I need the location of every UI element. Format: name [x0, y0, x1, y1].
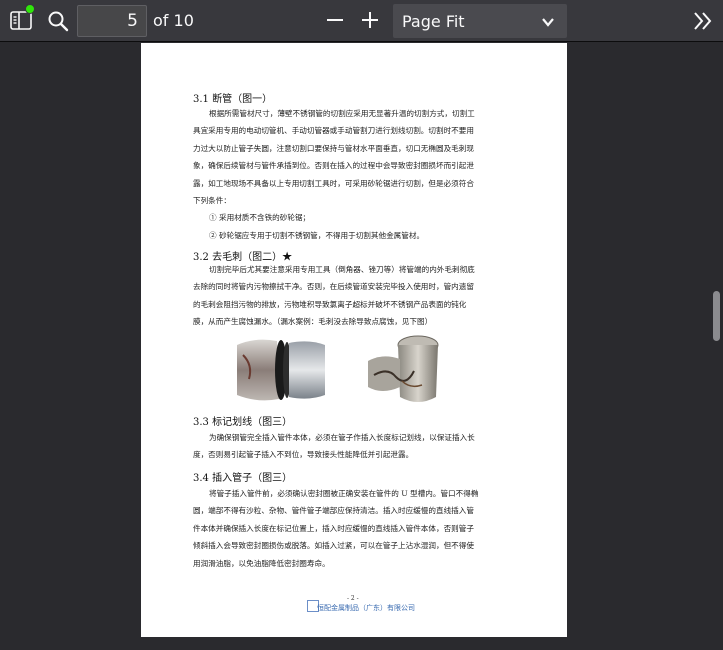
paragraph-line: 件本体并确保插入长度在标记位置上，插入时应缓慢的直线插入管件本体，否则管子 — [193, 523, 474, 533]
paragraph-line: 用润滑油脂，以免油脂降低密封圈寿命。 — [193, 558, 330, 568]
double-chevron-right-icon[interactable] — [692, 10, 714, 32]
list-item: ① 采用材质不含铁的砂轮锯； — [209, 213, 311, 223]
notification-dot — [25, 4, 35, 14]
company-name: 恒配金属制品（广东）有限公司 — [317, 604, 415, 612]
pipe-photo-left — [233, 335, 329, 405]
paragraph-line: 的毛刺会阻挡污物的排放，污物堆积导致氯离子超标并破坏不锈钢产品表面的钝化 — [193, 299, 467, 309]
zoom-in-icon[interactable] — [359, 9, 381, 31]
paragraph-line: 将管子插入管件前，必须确认密封圈被正确安装在管件的 U 型槽内。管口不得椭 — [209, 489, 479, 498]
zoom-out-icon[interactable] — [324, 9, 346, 31]
paragraph-line: 为确保钢管完全插入管件本体，必须在管子作插入长度标记划线，以保证插入长 — [209, 433, 475, 442]
paragraph-line: 象，确保后续管材与管件承插到位。否则在插入的过程中会导致密封圈损坏而引起泄 — [193, 161, 474, 171]
paragraph-line: 根据所需管材尺寸，薄壁不锈钢管的切割应采用无显著升温的切割方式，切割工 — [209, 109, 475, 118]
section-3-4-body: 将管子插入管件前，必须确认密封圈被正确安装在管件的 U 型槽内。管口不得椭 圆，… — [193, 485, 517, 572]
section-3-2-body: 切割完毕后尤其要注意采用专用工具（倒角器、锉刀等）将管端的内外毛刺彻底 去除的同… — [193, 261, 517, 331]
section-3-3-body: 为确保钢管完全插入管件本体，必须在管子作插入长度标记划线，以保证插入长 度，否则… — [193, 429, 517, 464]
zoom-select[interactable]: Page Fit — [393, 4, 567, 38]
scrollbar-thumb[interactable] — [713, 291, 720, 341]
page-number-input[interactable] — [77, 5, 147, 37]
paragraph-line: 露，如工地现场不具备以上专用切割工具时，可采用砂轮锯进行切割，但是必须符合 — [193, 178, 474, 188]
section-3-1-body: 根据所需管材尺寸，薄壁不锈钢管的切割应采用无显著升温的切割方式，切割工 具宜采用… — [193, 105, 517, 244]
pipe-photo-right — [362, 331, 444, 407]
paragraph-line: 去除的同时将管内污物擦拭干净。否则，在后续管道安装完毕投入使用时，管内遗留 — [193, 282, 474, 292]
section-3-1-title: 3.1 断管（图一） — [193, 94, 273, 105]
paragraph-line: 倾斜插入会导致密封圈损伤或脱落。如插入过紧，可以在管子上沾水湿润，但不得使 — [193, 541, 474, 551]
document-page: 3.1 断管（图一） 根据所需管材尺寸，薄壁不锈钢管的切割应采用无显著升温的切割… — [141, 43, 567, 637]
zoom-value: Page Fit — [402, 12, 465, 31]
section-3-4-title: 3.4 插入管子（图三） — [193, 473, 293, 484]
paragraph-line: 度，否则易引起管子插入不到位，导致接头性能降低并引起泄露。 — [193, 450, 414, 460]
toolbar: of 10 Page Fit — [0, 0, 723, 42]
paragraph-line: 下列条件： — [193, 196, 231, 206]
paragraph-line: 力过大以防止管子失圆，注意切割口要保持与管材水平面垂直，切口无椭圆及毛刺现 — [193, 143, 474, 153]
paragraph-line: 圆，端部不得有沙粒、杂物、管件管子端部应保持清洁。插入时应缓慢的直线插入管 — [193, 506, 474, 516]
chevron-down-icon — [541, 14, 555, 28]
section-3-3-title: 3.3 标记划线（图三） — [193, 417, 293, 428]
paragraph-line: 具宜采用专用的电动切管机、手动切管器或手动管割刀进行划线切割。切割时不要用 — [193, 126, 474, 136]
paragraph-line: 切割完毕后尤其要注意采用专用工具（倒角器、锉刀等）将管端的内外毛刺彻底 — [209, 265, 475, 274]
paragraph-line: 膜，从而产生腐蚀漏水。（漏水案例：毛刺没去除导致点腐蚀，见下图） — [193, 317, 433, 327]
list-item: ② 砂轮锯应专用于切割不锈钢管，不得用于切割其他金属管材。 — [209, 230, 425, 240]
page-count-label: of 10 — [153, 11, 194, 30]
document-viewer[interactable]: 3.1 断管（图一） 根据所需管材尺寸，薄壁不锈钢管的切割应采用无显著升温的切割… — [0, 43, 723, 650]
search-icon[interactable] — [46, 9, 70, 33]
page-footer-number: - 2 - — [347, 595, 359, 602]
